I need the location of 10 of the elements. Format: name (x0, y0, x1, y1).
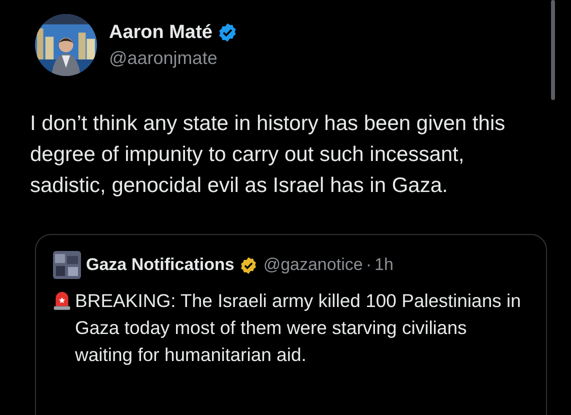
quoted-author-name[interactable]: Gaza Notifications (86, 255, 234, 275)
author-name[interactable]: Aaron Maté (109, 22, 212, 44)
separator-dot: · (366, 255, 372, 275)
post-text: I don’t think any state in history has been given this degree of impunity to carry out such incessant, sadistic, genocidal evil as Israel has in Gaza. (30, 111, 506, 199)
quoted-post-text: BREAKING: The Israeli army killed 100 Palestinians in Gaza today most of them were starving civilians waiting for humanitarian aid. (75, 289, 522, 367)
quoted-author-handle[interactable]: @gazanotice (263, 255, 363, 275)
author-handle[interactable]: @aaronjmate (109, 48, 238, 68)
quoted-post-card[interactable]: Gaza Notifications @gazanotice · 1h BREAKING: The Israeli army killed 100 Palestinians in Gaza today most of them were starving civilians waiting for humanitarian aid. (35, 234, 547, 415)
siren-icon (53, 290, 71, 310)
post-time: 1h (374, 255, 394, 275)
